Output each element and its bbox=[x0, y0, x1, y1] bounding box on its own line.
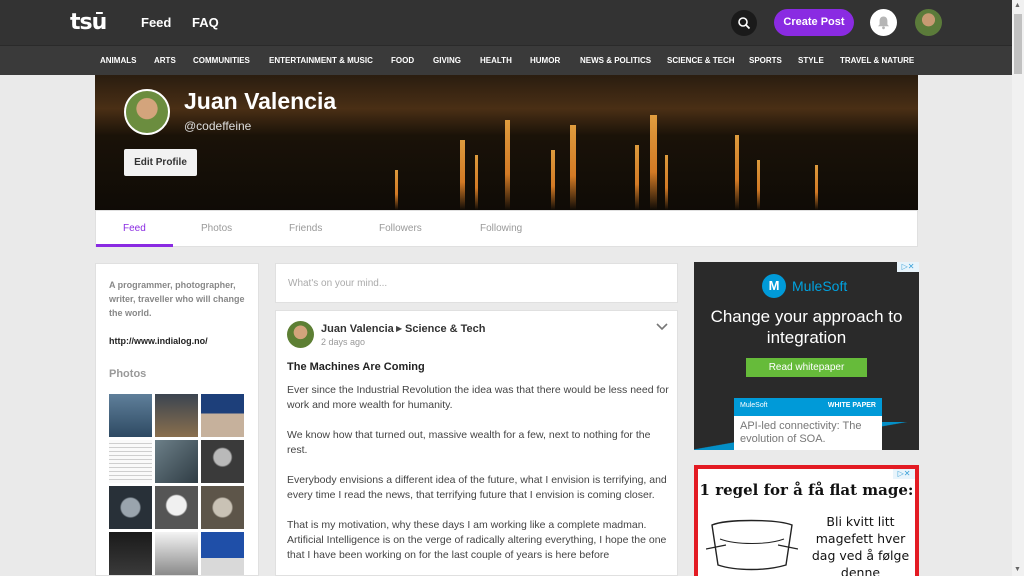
category-style[interactable]: STYLE bbox=[798, 56, 824, 65]
post-timestamp: 2 days ago bbox=[321, 337, 366, 347]
post-composer bbox=[275, 263, 678, 303]
adchoices-icon[interactable]: ▷✕ bbox=[897, 262, 919, 272]
top-navigation-bar: tsū Feed FAQ Create Post bbox=[0, 0, 1012, 45]
ad-body-text: Bli kvitt litt magefett hver dag ved å f… bbox=[811, 514, 910, 576]
post-paragraph: Ever since the Industrial Revolution the… bbox=[287, 384, 669, 411]
photo-thumbnail[interactable] bbox=[155, 394, 198, 437]
photo-thumbnail[interactable] bbox=[201, 394, 244, 437]
profile-tabs: Feed Photos Friends Followers Following bbox=[95, 210, 918, 247]
category-travel-nature[interactable]: TRAVEL & NATURE bbox=[840, 56, 914, 65]
category-news-politics[interactable]: NEWS & POLITICS bbox=[580, 56, 651, 65]
whitepaper-preview: MuleSoft WHITE PAPER API-led connectivit… bbox=[734, 398, 882, 450]
scroll-down-arrow-icon[interactable]: ▼ bbox=[1014, 566, 1021, 573]
profile-sidebar: A programmer, photographer, writer, trav… bbox=[95, 263, 259, 576]
photo-thumbnail[interactable] bbox=[201, 532, 244, 575]
photo-thumbnail[interactable] bbox=[109, 486, 152, 529]
waist-illustration-icon bbox=[706, 519, 798, 571]
category-health[interactable]: HEALTH bbox=[480, 56, 512, 65]
nav-faq-link[interactable]: FAQ bbox=[192, 15, 219, 30]
profile-handle: @codeffeine bbox=[184, 119, 252, 133]
tab-following[interactable]: Following bbox=[480, 223, 522, 234]
page-scrollbar[interactable]: ▲ ▼ bbox=[1012, 0, 1024, 576]
category-entertainment-music[interactable]: ENTERTAINMENT & MUSIC bbox=[269, 56, 373, 65]
profile-bio: A programmer, photographer, writer, trav… bbox=[109, 280, 245, 318]
post-paragraph: We know how that turned out, massive wea… bbox=[287, 429, 651, 456]
photo-thumbnail[interactable] bbox=[109, 532, 152, 575]
create-post-button[interactable]: Create Post bbox=[774, 9, 854, 36]
notifications-button[interactable] bbox=[870, 9, 897, 36]
diet-ad[interactable]: ▷✕ 1 regel for å få flat mage: Bli kvitt… bbox=[694, 465, 919, 576]
whitepaper-brand: MuleSoft bbox=[740, 402, 768, 409]
edit-profile-button[interactable]: Edit Profile bbox=[124, 149, 197, 176]
search-icon bbox=[738, 17, 751, 30]
profile-avatar[interactable] bbox=[124, 89, 170, 135]
category-bar: ANIMALS ARTS COMMUNITIES ENTERTAINMENT &… bbox=[0, 45, 1012, 75]
category-animals[interactable]: ANIMALS bbox=[100, 56, 136, 65]
adchoices-icon[interactable]: ▷✕ bbox=[893, 469, 915, 479]
website-link[interactable]: http://www.indialog.no/ bbox=[109, 336, 208, 346]
photo-thumbnail[interactable] bbox=[109, 440, 152, 483]
tsu-logo[interactable]: tsū bbox=[70, 10, 107, 35]
search-button[interactable] bbox=[731, 10, 757, 36]
photo-thumbnail[interactable] bbox=[155, 440, 198, 483]
bell-icon bbox=[878, 16, 889, 30]
mulesoft-logo-icon: M bbox=[762, 274, 786, 298]
category-humor[interactable]: HUMOR bbox=[530, 56, 560, 65]
post-author-name[interactable]: Juan Valencia bbox=[321, 323, 394, 335]
category-science-tech[interactable]: SCIENCE & TECH bbox=[667, 56, 735, 65]
tab-friends[interactable]: Friends bbox=[289, 223, 322, 234]
tab-followers[interactable]: Followers bbox=[379, 223, 422, 234]
post-body: Ever since the Industrial Revolution the… bbox=[287, 383, 672, 575]
whitepaper-header: MuleSoft WHITE PAPER bbox=[734, 398, 882, 416]
photo-thumbnail[interactable] bbox=[109, 394, 152, 437]
photos-title: Photos bbox=[109, 368, 147, 380]
photo-thumbnail[interactable] bbox=[201, 486, 244, 529]
ad-brand: MuleSoft bbox=[792, 278, 848, 294]
feed-post: Juan Valencia ▶ Science & Tech 2 days ag… bbox=[275, 310, 678, 576]
photo-thumbnail[interactable] bbox=[201, 440, 244, 483]
nav-feed-link[interactable]: Feed bbox=[141, 15, 171, 30]
active-tab-indicator bbox=[96, 244, 173, 247]
read-whitepaper-button[interactable]: Read whitepaper bbox=[746, 358, 867, 377]
whitepaper-title: API-led connectivity: The evolution of S… bbox=[740, 420, 862, 445]
chevron-down-icon[interactable] bbox=[656, 323, 668, 331]
post-title: The Machines Are Coming bbox=[287, 361, 425, 373]
photo-thumbnail[interactable] bbox=[155, 532, 198, 575]
category-sports[interactable]: SPORTS bbox=[749, 56, 782, 65]
post-author-avatar[interactable] bbox=[287, 321, 314, 348]
category-arts[interactable]: ARTS bbox=[154, 56, 176, 65]
tab-feed[interactable]: Feed bbox=[123, 223, 146, 234]
mulesoft-ad[interactable]: ▷✕ M MuleSoft Change your approach to in… bbox=[694, 262, 919, 450]
scrollbar-thumb[interactable] bbox=[1014, 14, 1022, 74]
tab-photos[interactable]: Photos bbox=[201, 223, 232, 234]
profile-name: Juan Valencia bbox=[184, 88, 337, 114]
scroll-up-arrow-icon[interactable]: ▲ bbox=[1014, 2, 1021, 9]
photo-thumbnail[interactable] bbox=[155, 486, 198, 529]
category-food[interactable]: FOOD bbox=[391, 56, 414, 65]
category-giving[interactable]: GIVING bbox=[433, 56, 461, 65]
whitepaper-label: WHITE PAPER bbox=[827, 402, 876, 409]
user-avatar[interactable] bbox=[915, 9, 942, 36]
post-category-link[interactable]: Science & Tech bbox=[405, 323, 486, 335]
caret-right-icon: ▶ bbox=[396, 324, 403, 333]
ad-headline: 1 regel for å få flat mage: bbox=[699, 481, 914, 499]
composer-input[interactable] bbox=[288, 278, 668, 289]
ad-headline: Change your approach to integration bbox=[710, 307, 903, 347]
post-paragraph: That is my motivation, why these days I … bbox=[287, 519, 667, 561]
category-communities[interactable]: COMMUNITIES bbox=[193, 56, 250, 65]
post-paragraph: Everybody envisions a different idea of … bbox=[287, 474, 667, 501]
